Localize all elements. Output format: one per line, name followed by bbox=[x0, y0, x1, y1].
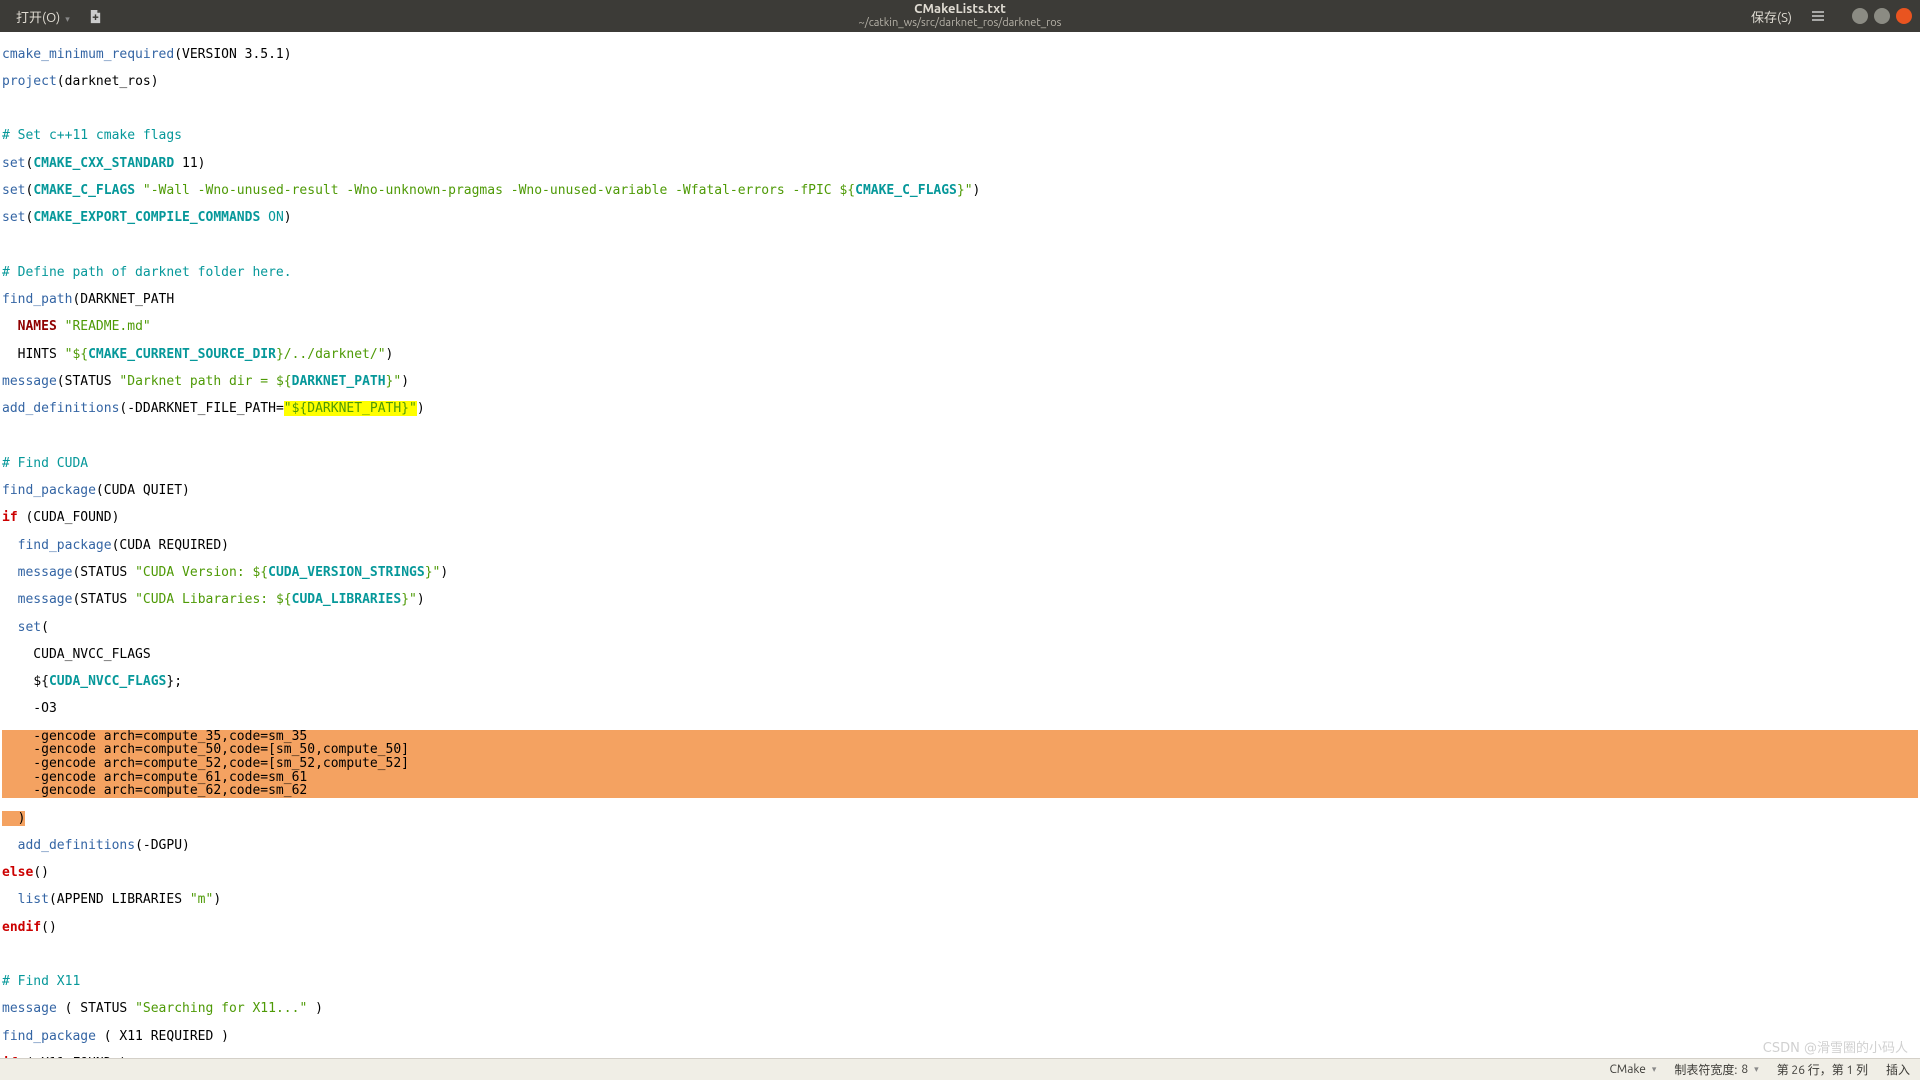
window-subtitle: ~/catkin_ws/src/darknet_ros/darknet_ros bbox=[859, 17, 1062, 30]
chevron-down-icon: ▾ bbox=[1754, 1064, 1759, 1075]
new-document-button[interactable] bbox=[84, 4, 108, 28]
statusbar: CMake ▾ 制表符宽度: 8 ▾ 第 26 行，第 1 列 插入 bbox=[0, 1058, 1920, 1080]
open-button[interactable]: 打开(O) ▾ bbox=[8, 4, 78, 29]
document-plus-icon bbox=[88, 9, 103, 24]
titlebar-left: 打开(O) ▾ bbox=[8, 4, 108, 29]
save-button[interactable]: 保存(S) bbox=[1743, 4, 1800, 29]
titlebar: 打开(O) ▾ CMakeLists.txt ~/catkin_ws/src/d… bbox=[0, 0, 1920, 32]
language-selector[interactable]: CMake ▾ bbox=[1609, 1063, 1656, 1076]
selection: -gencode arch=compute_35,code=sm_35 -gen… bbox=[2, 730, 1918, 798]
title-area: CMakeLists.txt ~/catkin_ws/src/darknet_r… bbox=[859, 2, 1062, 31]
language-label: CMake bbox=[1609, 1063, 1645, 1076]
chevron-down-icon: ▾ bbox=[65, 14, 70, 24]
hamburger-icon bbox=[1811, 9, 1825, 23]
code-editor[interactable]: cmake_minimum_required(VERSION 3.5.1) pr… bbox=[0, 32, 1920, 1058]
window-title: CMakeLists.txt bbox=[859, 2, 1062, 18]
insert-mode[interactable]: 插入 bbox=[1886, 1061, 1910, 1078]
window-minimize-button[interactable] bbox=[1852, 8, 1868, 24]
cursor-position: 第 26 行，第 1 列 bbox=[1777, 1061, 1868, 1078]
open-label: 打开(O) bbox=[16, 11, 60, 25]
chevron-down-icon: ▾ bbox=[1652, 1064, 1657, 1075]
tab-width-selector[interactable]: 制表符宽度: 8 ▾ bbox=[1674, 1061, 1758, 1078]
window-close-button[interactable] bbox=[1896, 8, 1912, 24]
titlebar-right: 保存(S) bbox=[1743, 4, 1912, 29]
tab-width-label: 制表符宽度: bbox=[1674, 1061, 1737, 1078]
window-maximize-button[interactable] bbox=[1874, 8, 1890, 24]
tab-width-value: 8 bbox=[1741, 1063, 1748, 1076]
hamburger-menu-button[interactable] bbox=[1806, 4, 1830, 28]
